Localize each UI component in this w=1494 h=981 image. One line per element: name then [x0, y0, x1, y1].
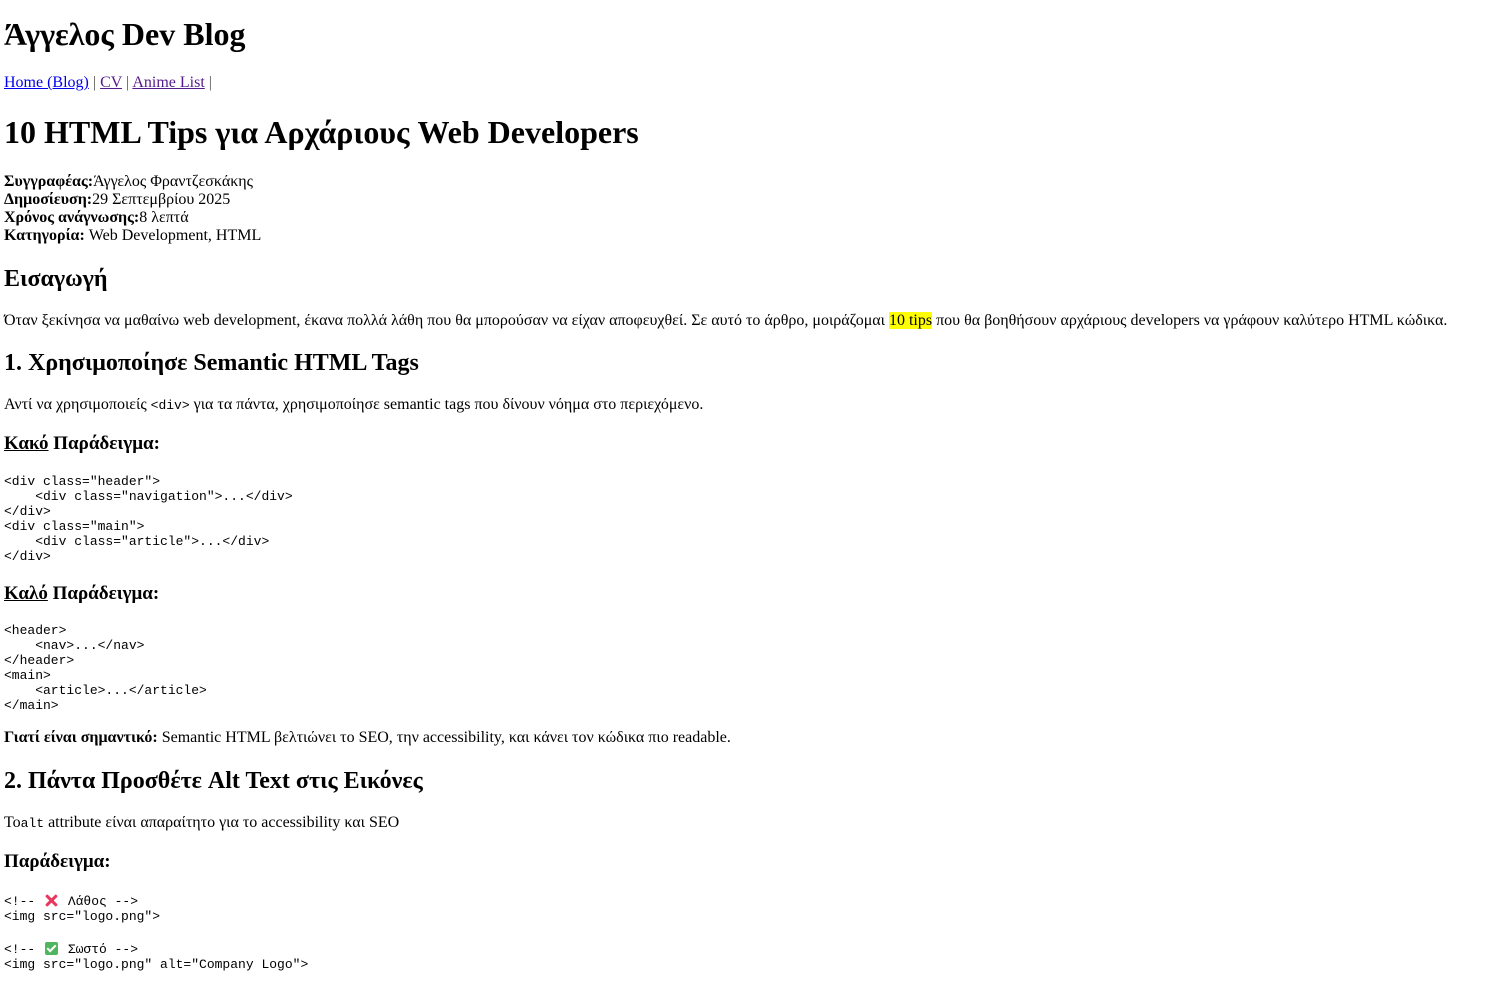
tip1-inline-code: <div> [150, 398, 190, 413]
intro-text-after: που θα βοηθήσουν αρχάριους developers να… [932, 312, 1448, 329]
check-mark-icon [45, 942, 59, 955]
meta-author-label: Συγγραφέας: [4, 173, 94, 190]
top-nav: Home (Blog) | CV | Anime List | [4, 74, 212, 92]
tip1-why-paragraph: Γιατί είναι σημαντικό: Semantic HTML βελ… [4, 729, 731, 747]
tip2-example-heading: Παράδειγμα: [4, 851, 111, 872]
good-example-code: <header> <nav>...</nav> </header> <main>… [4, 623, 207, 713]
tip1-text-before: Αντί να χρησιμοποιείς [4, 396, 151, 413]
intro-paragraph: Όταν ξεκίνησα να μαθαίνω web development… [4, 312, 1447, 330]
nav-link-home[interactable]: Home (Blog) [4, 74, 89, 91]
meta-category-value: Web Development, HTML [88, 227, 262, 244]
nav-separator: | [126, 74, 130, 91]
meta-category: Κατηγορία: Web Development, HTML [4, 227, 261, 245]
tip1-heading: 1. Χρησιμοποίησε Semantic HTML Tags [4, 350, 419, 376]
meta-published-label: Δημοσίευση: [4, 191, 93, 208]
right-img-code: <img src="logo.png" alt="Company Logo"> [4, 957, 309, 972]
tip2-right-code-block: <!-- Σωστό --> <img src="logo.png" alt="… [4, 942, 308, 972]
intro-text-before: Όταν ξεκίνησα να μαθαίνω web development… [4, 312, 889, 329]
good-example-suffix: Παράδειγμα: [47, 583, 160, 604]
intro-heading: Εισαγωγή [4, 266, 108, 292]
tip2-text-after: attribute είναι απαραίτητο για το access… [44, 814, 400, 831]
wrong-comment-text: Λάθος --> [60, 894, 139, 909]
tip1-paragraph: Αντί να χρησιμοποιείς <div> για τα πάντα… [4, 396, 703, 415]
wrong-comment-open: <!-- [4, 894, 44, 909]
tip2-heading: 2. Πάντα Προσθέτε Alt Text στις Εικόνες [4, 768, 423, 794]
meta-category-label: Κατηγορία: [4, 227, 85, 244]
tip1-why-text: Semantic HTML βελτιώνει το SEO, την acce… [157, 729, 731, 746]
meta-reading-label: Χρόνος ανάγνωσης: [4, 209, 140, 226]
article-meta: Συγγραφέας:Άγγελος Φραντζεσκάκης Δημοσίε… [4, 173, 261, 245]
blog-title: Άγγελος Dev Blog [4, 16, 246, 52]
nav-link-cv[interactable]: CV [100, 74, 122, 91]
tip1-why-label: Γιατί είναι σημαντικό: [4, 729, 158, 746]
right-comment-text: Σωστό --> [60, 942, 139, 957]
meta-reading-time: Χρόνος ανάγνωσης:8 λεπτά [4, 209, 261, 227]
nav-separator: | [208, 74, 212, 91]
nav-link-anime-list[interactable]: Anime List [132, 74, 204, 91]
tip1-text-after: για τα πάντα, χρησιμοποίησε semantic tag… [189, 396, 704, 413]
bad-example-suffix: Παράδειγμα: [48, 433, 160, 454]
tip2-inline-code: alt [20, 816, 45, 831]
intro-highlight: 10 tips [888, 312, 933, 329]
meta-published: Δημοσίευση:29 Σεπτεμβρίου 2025 [4, 191, 261, 209]
bad-example-label: Κακό [4, 433, 49, 454]
meta-published-value: 29 Σεπτεμβρίου 2025 [92, 191, 231, 208]
tip2-wrong-code-block: <!-- Λάθος --> <img src="logo.png"> [4, 894, 160, 924]
meta-reading-value: 8 λεπτά [139, 209, 189, 226]
article-title: 10 HTML Tips για Αρχάριους Web Developer… [4, 114, 639, 150]
meta-author: Συγγραφέας:Άγγελος Φραντζεσκάκης [4, 173, 261, 191]
wrong-img-code: <img src="logo.png"> [4, 909, 161, 924]
bad-example-heading: Κακό Παράδειγμα: [4, 433, 160, 455]
cross-mark-icon [45, 894, 58, 907]
nav-separator: | [92, 74, 97, 91]
tip2-text-before: Το [4, 814, 21, 831]
meta-author-value: Άγγελος Φραντζεσκάκης [93, 173, 253, 190]
bad-example-code: <div class="header"> <div class="navigat… [4, 474, 293, 564]
good-example-heading: Καλό Παράδειγμα: [4, 583, 159, 605]
right-comment-open: <!-- [4, 942, 44, 957]
good-example-label: Καλό [4, 583, 48, 604]
tip2-paragraph: Τοalt attribute είναι απαραίτητο για το … [4, 814, 399, 833]
